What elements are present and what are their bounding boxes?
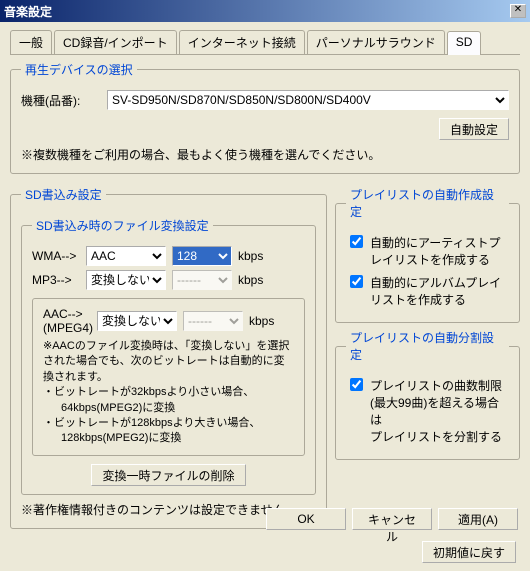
split-label-3: プレイリストを分割する [370, 428, 509, 445]
mp3-bitrate-select: ------ [172, 270, 232, 290]
sd-write-group: SD書込み設定 SD書込み時のファイル変換設定 WMA--> AAC 128 k… [10, 186, 327, 529]
tab-surround[interactable]: パーソナルサラウンド [307, 30, 445, 54]
wma-bitrate-select[interactable]: 128 [172, 246, 232, 266]
playlist-split-legend: プレイリストの自動分割設定 [346, 329, 509, 363]
aac-bullet1: ・ビットレートが32kbpsより小さい場合、 [43, 385, 294, 400]
device-group: 再生デバイスの選択 機種(品番): SV-SD950N/SD870N/SD850… [10, 61, 520, 174]
device-label: 機種(品番): [21, 92, 101, 109]
artist-playlist-check[interactable] [350, 235, 363, 248]
apply-button[interactable]: 適用(A) [438, 508, 518, 530]
wma-label: WMA--> [32, 249, 80, 263]
mp3-label: MP3--> [32, 273, 80, 287]
tab-cd-import[interactable]: CD録音/インポート [54, 30, 177, 54]
playlist-split-group: プレイリストの自動分割設定 プレイリストの曲数制限 (最大99曲)を超える場合は… [335, 329, 520, 460]
tab-bar: 一般 CD録音/インポート インターネット接続 パーソナルサラウンド SD [10, 30, 520, 55]
aac-note: ※AACのファイル変換時は、「変換しない」を選択された場合でも、次のビットレート… [43, 339, 294, 385]
ok-button[interactable]: OK [266, 508, 346, 530]
album-playlist-check[interactable] [350, 275, 363, 288]
aac-label2: (MPEG4) [43, 321, 91, 335]
aac-bitrate-select: ------ [183, 311, 243, 331]
aac-format-select[interactable]: 変換しない [97, 311, 177, 331]
device-select[interactable]: SV-SD950N/SD870N/SD850N/SD800N/SD400V [107, 90, 509, 110]
mp3-format-select[interactable]: 変換しない [86, 270, 166, 290]
artist-playlist-label: 自動的にアーティストプレイリストを作成する [370, 234, 509, 268]
convert-group: SD書込み時のファイル変換設定 WMA--> AAC 128 kbps MP3-… [21, 217, 316, 495]
close-icon[interactable]: ✕ [510, 4, 526, 18]
cancel-button[interactable]: キャンセル [352, 508, 432, 530]
window-title: 音楽設定 [4, 3, 510, 20]
dialog-buttons: OK キャンセル 適用(A) [266, 508, 518, 530]
playlist-auto-group: プレイリストの自動作成設定 自動的にアーティストプレイリストを作成する 自動的に… [335, 186, 520, 323]
album-playlist-label: 自動的にアルバムプレイリストを作成する [370, 274, 509, 308]
aac-label: AAC--> [43, 307, 91, 321]
aac-bullet2b: 128kbps(MPEG2)に変換 [61, 431, 294, 446]
aac-bullet2: ・ビットレートが128kbpsより大きい場合、 [43, 416, 294, 431]
aac-bullet1b: 64kbps(MPEG2)に変換 [61, 401, 294, 416]
auto-detect-button[interactable]: 自動設定 [439, 118, 509, 140]
split-playlist-check[interactable] [350, 378, 363, 391]
title-bar: 音楽設定 ✕ [0, 0, 530, 22]
aac-group: AAC--> (MPEG4) 変換しない ------ kbps ※AACのファ… [32, 298, 305, 456]
device-note: ※複数機種をご利用の場合、最もよく使う機種を選んでください。 [21, 146, 509, 163]
tab-sd[interactable]: SD [447, 31, 482, 55]
device-legend: 再生デバイスの選択 [21, 61, 137, 78]
mp3-kbps-label: kbps [238, 273, 263, 287]
split-label-1: プレイリストの曲数制限 [370, 377, 509, 394]
reset-button[interactable]: 初期値に戻す [422, 541, 516, 563]
tab-general[interactable]: 一般 [10, 30, 52, 54]
delete-temp-button[interactable]: 変換一時ファイルの削除 [91, 464, 245, 486]
wma-kbps-label: kbps [238, 249, 263, 263]
aac-kbps-label: kbps [249, 314, 274, 328]
wma-format-select[interactable]: AAC [86, 246, 166, 266]
tab-internet[interactable]: インターネット接続 [179, 30, 305, 54]
sd-write-legend: SD書込み設定 [21, 186, 106, 203]
convert-legend: SD書込み時のファイル変換設定 [32, 217, 213, 234]
playlist-auto-legend: プレイリストの自動作成設定 [346, 186, 509, 220]
split-label-2: (最大99曲)を超える場合は [370, 394, 509, 428]
